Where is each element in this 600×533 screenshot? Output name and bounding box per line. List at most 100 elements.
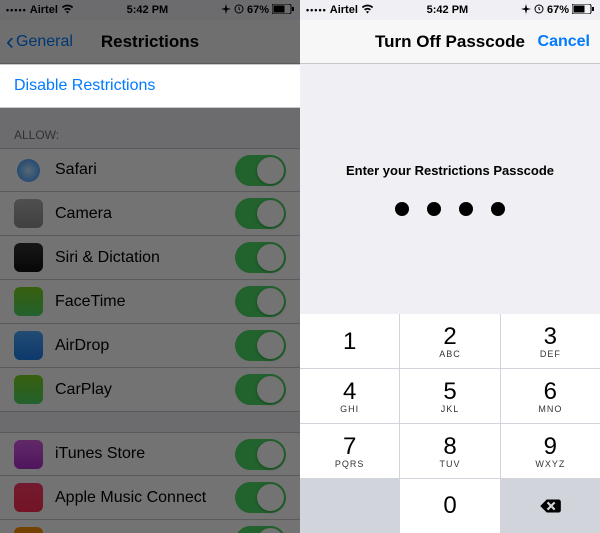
section-header-allow: ALLOW: — [0, 108, 300, 148]
keypad-delete[interactable] — [501, 479, 600, 533]
battery-icon — [272, 4, 294, 17]
keypad-digit: 4 — [343, 378, 356, 406]
toggle-switch[interactable] — [235, 198, 286, 229]
keypad-letters: MNO — [538, 404, 562, 414]
status-bar: ••••• Airtel 5:42 PM 67% — [300, 0, 600, 20]
numeric-keypad: 12ABC3DEF4GHI5JKL6MNO7PQRS8TUV9WXYZ0 — [300, 314, 600, 533]
ibooks-icon — [14, 527, 43, 533]
allow-row-safari[interactable]: Safari — [0, 148, 300, 192]
toggle-switch[interactable] — [235, 374, 286, 405]
facetime-icon — [14, 287, 43, 316]
location-icon — [221, 4, 231, 17]
keypad-digit: 0 — [443, 492, 456, 520]
passcode-dots — [395, 202, 505, 216]
keypad-digit: 9 — [544, 433, 557, 461]
toggle-switch[interactable] — [235, 330, 286, 361]
applemusic-icon — [14, 483, 43, 512]
allow-row-facetime[interactable]: FaceTime — [0, 280, 300, 324]
right-screen: ••••• Airtel 5:42 PM 67% Turn Off Passco… — [300, 0, 600, 533]
wifi-icon — [361, 4, 374, 17]
status-bar: ••••• Airtel 5:42 PM 67% — [0, 0, 300, 20]
passcode-prompt: Enter your Restrictions Passcode — [346, 163, 554, 178]
allow-row-label: Siri & Dictation — [55, 249, 235, 267]
keypad-letters: PQRS — [335, 459, 365, 469]
battery-icon — [572, 4, 594, 17]
keypad-3[interactable]: 3DEF — [501, 314, 600, 368]
keypad-digit: 8 — [443, 433, 456, 461]
safari-icon — [14, 156, 43, 185]
passcode-dot-2 — [427, 202, 441, 216]
disable-restrictions-cell[interactable]: Disable Restrictions — [0, 64, 300, 108]
nav-bar: Turn Off Passcode Cancel — [300, 20, 600, 64]
allow-list-a: Safari Camera Siri & Dictation FaceTime AirD… — [0, 148, 300, 412]
camera-icon — [14, 199, 43, 228]
chevron-left-icon: ‹ — [6, 28, 14, 56]
wifi-icon — [61, 4, 74, 17]
keypad-letters: ABC — [439, 349, 461, 359]
backspace-icon — [537, 493, 563, 519]
keypad-digit: 3 — [544, 323, 557, 351]
keypad-0[interactable]: 0 — [400, 479, 499, 533]
left-screen: ••••• Airtel 5:42 PM 67% ‹ General Restr… — [0, 0, 300, 533]
toggle-switch[interactable] — [235, 155, 286, 186]
toggle-switch[interactable] — [235, 439, 286, 470]
keypad-letters: JKL — [441, 404, 460, 414]
toggle-switch[interactable] — [235, 242, 286, 273]
keypad-9[interactable]: 9WXYZ — [501, 424, 600, 478]
disable-restrictions-label: Disable Restrictions — [14, 77, 286, 95]
keypad-blank — [300, 479, 399, 533]
passcode-dot-4 — [491, 202, 505, 216]
back-label: General — [16, 33, 73, 51]
battery-percent: 67% — [247, 4, 269, 16]
passcode-area: Enter your Restrictions Passcode — [300, 64, 600, 314]
keypad-7[interactable]: 7PQRS — [300, 424, 399, 478]
signal-dots-icon: ••••• — [6, 5, 27, 15]
back-button[interactable]: ‹ General — [6, 28, 73, 56]
allow-row-label: Apple Music Connect — [55, 489, 235, 507]
location-icon — [521, 4, 531, 17]
allow-row-airdrop[interactable]: AirDrop — [0, 324, 300, 368]
toggle-switch[interactable] — [235, 286, 286, 317]
keypad-4[interactable]: 4GHI — [300, 369, 399, 423]
allow-row-label: CarPlay — [55, 381, 235, 399]
orientation-lock-icon — [234, 4, 244, 17]
keypad-1[interactable]: 1 — [300, 314, 399, 368]
keypad-digit: 1 — [343, 328, 356, 356]
toggle-switch[interactable] — [235, 526, 286, 533]
toggle-switch[interactable] — [235, 482, 286, 513]
group-spacer — [0, 412, 300, 432]
allow-row-label: iTunes Store — [55, 445, 235, 463]
keypad-digit: 5 — [443, 378, 456, 406]
keypad-digit: 6 — [544, 378, 557, 406]
battery-percent: 67% — [547, 4, 569, 16]
allow-row-ibooks[interactable]: iBooks Store — [0, 520, 300, 533]
passcode-dot-1 — [395, 202, 409, 216]
passcode-dot-3 — [459, 202, 473, 216]
cancel-button[interactable]: Cancel — [538, 33, 590, 51]
keypad-5[interactable]: 5JKL — [400, 369, 499, 423]
keypad-letters: TUV — [439, 459, 460, 469]
airdrop-icon — [14, 331, 43, 360]
allow-row-siri[interactable]: Siri & Dictation — [0, 236, 300, 280]
allow-row-itunes[interactable]: iTunes Store — [0, 432, 300, 476]
keypad-letters: GHI — [340, 404, 359, 414]
carrier-label: Airtel — [30, 4, 58, 16]
keypad-2[interactable]: 2ABC — [400, 314, 499, 368]
keypad-6[interactable]: 6MNO — [501, 369, 600, 423]
carplay-icon — [14, 375, 43, 404]
status-time: 5:42 PM — [127, 4, 169, 16]
allow-row-applemusic[interactable]: Apple Music Connect — [0, 476, 300, 520]
allow-row-label: Camera — [55, 205, 235, 223]
siri-icon — [14, 243, 43, 272]
allow-row-camera[interactable]: Camera — [0, 192, 300, 236]
keypad-digit: 2 — [443, 323, 456, 351]
signal-dots-icon: ••••• — [306, 5, 327, 15]
allow-row-label: Safari — [55, 161, 235, 179]
allow-row-carplay[interactable]: CarPlay — [0, 368, 300, 412]
allow-list-b: iTunes Store Apple Music Connect iBooks St… — [0, 432, 300, 533]
allow-row-label: AirDrop — [55, 337, 235, 355]
itunes-icon — [14, 440, 43, 469]
keypad-letters: DEF — [540, 349, 561, 359]
allow-row-label: FaceTime — [55, 293, 235, 311]
keypad-8[interactable]: 8TUV — [400, 424, 499, 478]
